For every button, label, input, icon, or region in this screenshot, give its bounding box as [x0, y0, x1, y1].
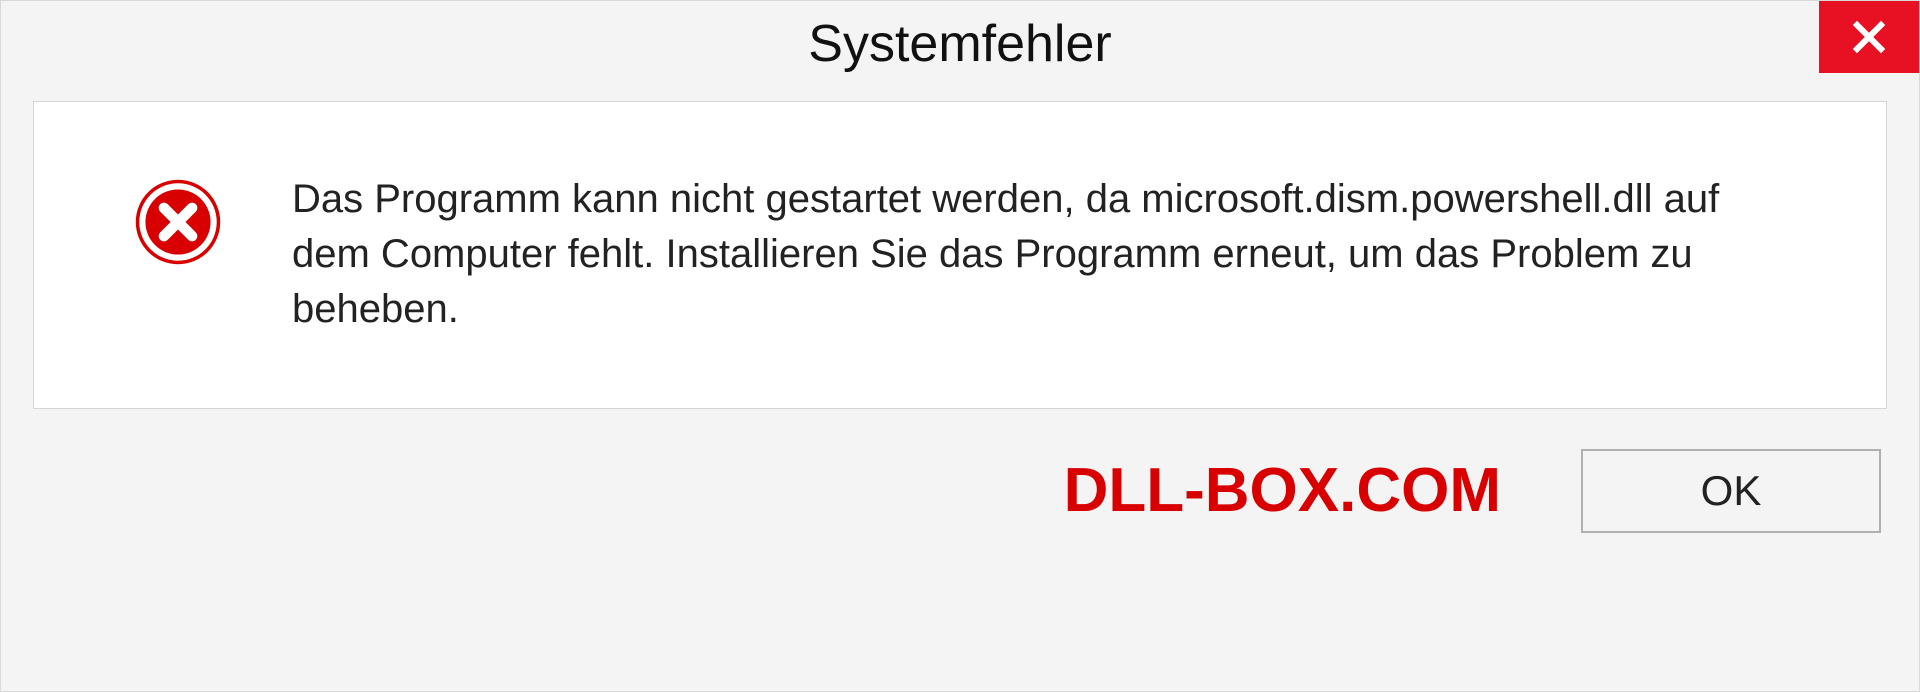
close-button[interactable]	[1819, 1, 1919, 73]
dialog-footer: DLL-BOX.COM OK	[1, 409, 1919, 533]
error-icon	[134, 178, 222, 266]
watermark-text: DLL-BOX.COM	[1064, 455, 1501, 526]
dialog-title: Systemfehler	[808, 14, 1111, 74]
ok-button[interactable]: OK	[1581, 449, 1881, 533]
close-icon	[1851, 19, 1887, 55]
dialog-content: Das Programm kann nicht gestartet werden…	[33, 101, 1887, 409]
dialog-titlebar: Systemfehler	[1, 1, 1919, 87]
dialog-message: Das Programm kann nicht gestartet werden…	[292, 172, 1776, 338]
error-dialog: Systemfehler Das Programm kann nicht ges…	[0, 0, 1920, 692]
